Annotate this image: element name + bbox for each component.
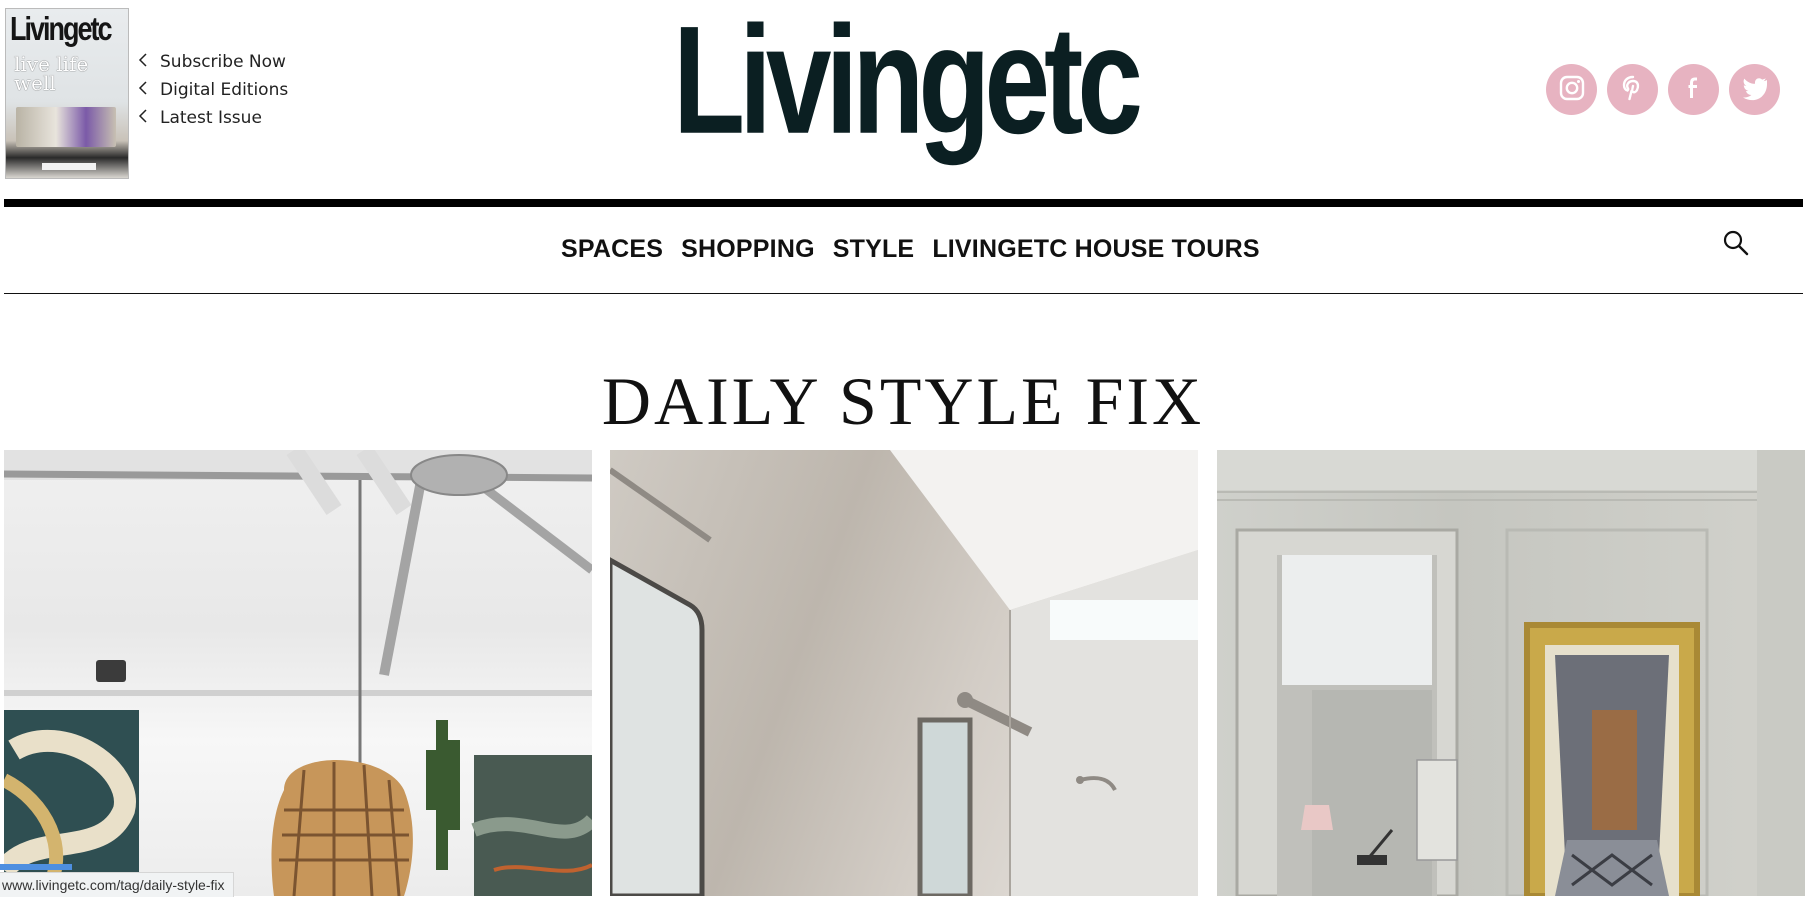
facebook-icon [1680, 74, 1708, 106]
nav-items: SPACES SHOPPING STYLE LIVINGETC HOUSE TO… [561, 235, 1260, 264]
link-status-bar: www.livingetc.com/tag/daily-style-fix [0, 872, 234, 897]
article-card-2[interactable] [610, 450, 1198, 896]
header-divider [4, 199, 1803, 207]
loft-hanging-chair-photo [4, 450, 592, 896]
nav-item-shopping[interactable]: SHOPPING [681, 235, 815, 264]
twitter-link[interactable] [1729, 64, 1780, 115]
digital-editions-link[interactable]: Digital Editions [138, 76, 288, 104]
pinterest-icon [1619, 74, 1647, 106]
search-button[interactable] [1722, 229, 1752, 259]
digital-editions-label: Digital Editions [160, 80, 289, 100]
nav-item-house-tours[interactable]: LIVINGETC HOUSE TOURS [932, 235, 1259, 264]
nav-divider [4, 293, 1803, 294]
status-accent [0, 864, 72, 870]
twitter-icon [1740, 74, 1770, 106]
site-logo[interactable]: Livingetc [673, 4, 1143, 225]
chevron-left-icon [138, 52, 160, 72]
instagram-icon [1558, 74, 1586, 106]
latest-issue-label: Latest Issue [160, 108, 262, 128]
magazine-cover-strip [42, 163, 96, 170]
pinterest-link[interactable] [1607, 64, 1658, 115]
instagram-link[interactable] [1546, 64, 1597, 115]
chevron-left-icon [138, 80, 160, 100]
nav-item-style[interactable]: STYLE [833, 235, 915, 264]
quick-links: Subscribe Now Digital Editions Latest Is… [138, 48, 288, 132]
social-links [1546, 64, 1780, 115]
site-header: Livingetc live life well Subscribe Now D… [0, 0, 1806, 200]
facebook-link[interactable] [1668, 64, 1719, 115]
nav-item-spaces[interactable]: SPACES [561, 235, 663, 264]
subscribe-now-label: Subscribe Now [160, 52, 286, 72]
main-nav: SPACES SHOPPING STYLE LIVINGETC HOUSE TO… [0, 207, 1806, 293]
subscribe-now-link[interactable]: Subscribe Now [138, 48, 288, 76]
magazine-cover-tagline: live life well [14, 52, 89, 95]
search-icon [1722, 230, 1750, 261]
page-title: DAILY STYLE FIX [601, 363, 1205, 439]
magazine-cover-title: Livingetc [10, 10, 113, 48]
chevron-left-icon [138, 108, 160, 128]
magazine-cover-photo [16, 107, 116, 147]
bathroom-mirror-photo [610, 450, 1198, 896]
magazine-cover[interactable]: Livingetc live life well [5, 8, 129, 179]
article-card-3[interactable] [1217, 450, 1805, 896]
article-card-1[interactable] [4, 450, 592, 896]
latest-issue-link[interactable]: Latest Issue [138, 104, 288, 132]
hallway-artwork-photo [1217, 450, 1805, 896]
